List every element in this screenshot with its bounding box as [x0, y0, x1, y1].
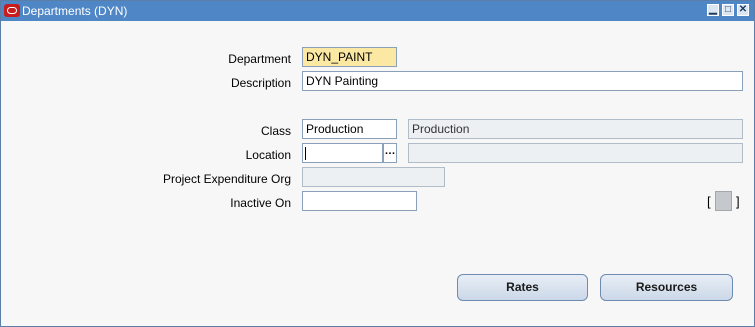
text-cursor	[305, 147, 306, 160]
flexfield-open-bracket: [	[707, 194, 711, 209]
location-label: Location	[245, 148, 291, 162]
project-expenditure-org-label: Project Expenditure Org	[162, 172, 291, 186]
description-label: Description	[230, 76, 291, 90]
oracle-app-icon	[4, 4, 20, 17]
department-field[interactable]: DYN_PAINT	[302, 47, 397, 67]
descriptive-flexfield[interactable]	[715, 191, 732, 211]
class-label: Class	[260, 124, 291, 138]
resources-button[interactable]: Resources	[600, 274, 733, 301]
class-meaning-field: Production	[408, 119, 743, 139]
departments-window: Departments (DYN) ▁ □ ✕ Department DYN_P…	[0, 0, 755, 327]
inactive-on-field[interactable]	[302, 191, 417, 211]
window-title: Departments (DYN)	[22, 4, 128, 18]
rates-button[interactable]: Rates	[457, 274, 588, 301]
inactive-on-label: Inactive On	[230, 196, 291, 210]
project-expenditure-org-field	[302, 167, 445, 187]
title-bar[interactable]: Departments (DYN) ▁ □ ✕	[1, 1, 754, 21]
location-lov-button[interactable]: …	[383, 143, 397, 163]
class-field[interactable]: Production	[302, 119, 397, 139]
department-label: Department	[228, 52, 291, 66]
description-field[interactable]: DYN Painting	[302, 71, 743, 91]
location-field[interactable]	[302, 143, 383, 163]
location-meaning-field	[408, 143, 743, 163]
maximize-icon[interactable]: □	[722, 4, 734, 16]
minimize-icon[interactable]: ▁	[707, 4, 719, 16]
close-icon[interactable]: ✕	[737, 4, 749, 16]
flexfield-close-bracket: ]	[736, 194, 740, 209]
